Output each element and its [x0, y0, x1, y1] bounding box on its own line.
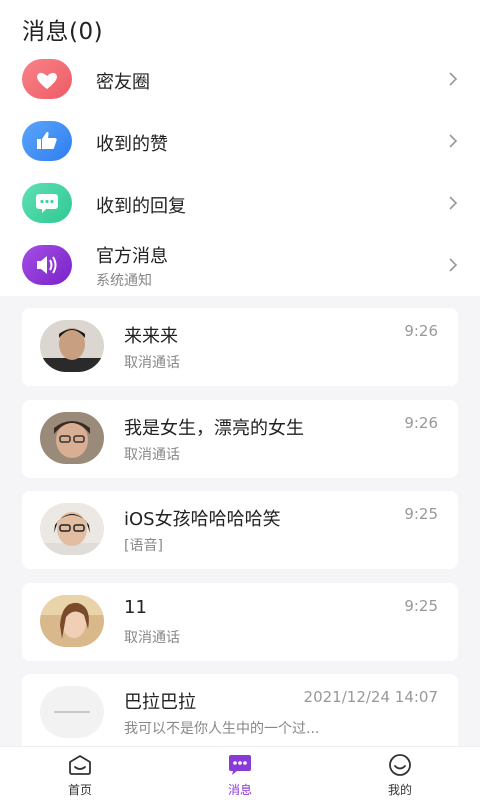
- header-section: 消息(0) 密友圈 收到的赞 收到的回复 官方消息 系统通知: [0, 0, 480, 296]
- chat-bubble-icon: [22, 183, 72, 223]
- page-title: 消息(0): [22, 19, 104, 45]
- contact-name: 11: [124, 597, 147, 618]
- message-time: 2021/12/24 14:07: [303, 688, 438, 706]
- heart-icon: [22, 59, 72, 99]
- message-time: 9:25: [404, 597, 438, 615]
- message-time: 9:26: [404, 414, 438, 432]
- entry-label: 密友圈: [96, 72, 150, 93]
- home-icon: [69, 755, 91, 775]
- entry-label: 收到的赞: [96, 134, 168, 155]
- thumbs-up-icon: [22, 121, 72, 161]
- bottom-tab-bar: 首页 消息 我的: [0, 746, 480, 800]
- message-preview: [语音]: [124, 538, 163, 554]
- chevron-right-icon: [449, 72, 458, 86]
- entry-label: 收到的回复: [96, 196, 186, 217]
- entry-likes[interactable]: 收到的赞: [0, 110, 480, 172]
- chevron-right-icon: [449, 258, 458, 272]
- conversation-item[interactable]: 来来来 取消通话 9:26: [22, 308, 458, 386]
- contact-name: 我是女生，漂亮的女生: [124, 418, 304, 439]
- conversation-item[interactable]: iOS女孩哈哈哈哈笑 [语音] 9:25: [22, 491, 458, 569]
- profile-icon: [389, 754, 411, 776]
- message-preview: 取消通话: [124, 355, 180, 371]
- message-preview: 取消通话: [124, 630, 180, 646]
- entry-replies[interactable]: 收到的回复: [0, 172, 480, 234]
- avatar: [40, 595, 104, 647]
- messages-screen: 消息(0) 密友圈 收到的赞 收到的回复 官方消息 系统通知 来来来 取消通话 …: [0, 0, 480, 800]
- contact-name: 巴拉巴拉: [124, 692, 196, 713]
- contact-name: iOS女孩哈哈哈哈笑: [124, 509, 281, 530]
- contact-name: 来来来: [124, 326, 178, 347]
- entry-label: 官方消息: [96, 246, 168, 267]
- chevron-right-icon: [449, 134, 458, 148]
- message-icon: [229, 755, 251, 775]
- entry-official[interactable]: 官方消息 系统通知: [0, 234, 480, 296]
- message-preview: 取消通话: [124, 447, 180, 463]
- tab-home[interactable]: 首页: [40, 747, 120, 800]
- avatar: [40, 686, 104, 738]
- message-time: 9:25: [404, 505, 438, 523]
- avatar: [40, 503, 104, 555]
- tab-label: 我的: [387, 783, 412, 797]
- message-time: 9:26: [404, 322, 438, 340]
- speaker-icon: [22, 245, 72, 285]
- conversation-item[interactable]: 我是女生，漂亮的女生 取消通话 9:26: [22, 400, 458, 478]
- tab-profile[interactable]: 我的: [360, 747, 440, 800]
- conversation-item[interactable]: 11 取消通话 9:25: [22, 583, 458, 661]
- tab-messages[interactable]: 消息: [200, 747, 280, 800]
- avatar: [40, 412, 104, 464]
- entry-subtitle: 系统通知: [96, 273, 152, 289]
- message-preview: 我可以不是你人生中的一个过...: [124, 721, 320, 737]
- conversation-item[interactable]: 巴拉巴拉 我可以不是你人生中的一个过... 2021/12/24 14:07: [22, 674, 458, 752]
- entry-close-friends[interactable]: 密友圈: [0, 48, 480, 110]
- tab-label: 消息: [227, 783, 252, 797]
- tab-label: 首页: [67, 783, 92, 797]
- chevron-right-icon: [449, 196, 458, 210]
- avatar: [40, 320, 104, 372]
